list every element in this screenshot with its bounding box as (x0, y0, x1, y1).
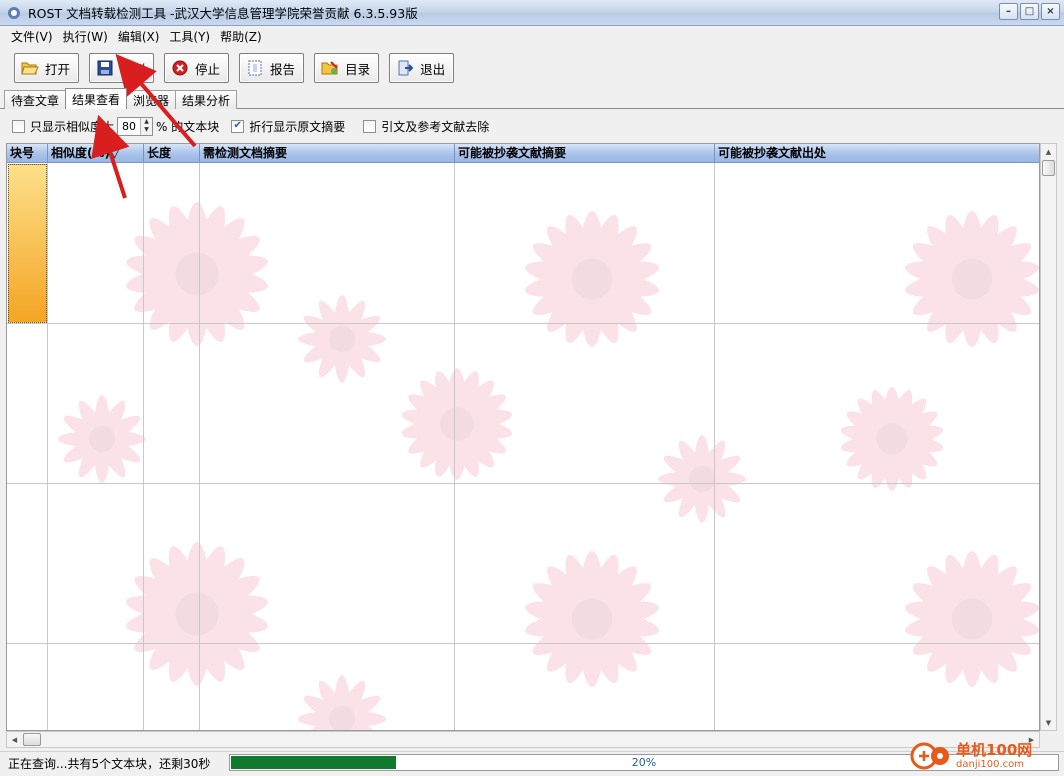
col-similarity[interactable]: 相似度(%)▽ (48, 144, 144, 163)
close-button[interactable]: × (1041, 3, 1060, 20)
stop-label: 停止 (195, 61, 221, 77)
only-show-label: 只显示相似度大 (30, 119, 115, 134)
grid-header: 块号 相似度(%)▽ 长度 需检测文档摘要 可能被抄袭文献摘要 可能被抄袭文献出… (7, 144, 1039, 163)
vertical-scroll-thumb[interactable] (1042, 160, 1055, 176)
close-icon: × (1046, 5, 1055, 17)
col-block-no[interactable]: 块号 (7, 144, 48, 163)
flower-watermark-icon (524, 551, 660, 687)
grid-divider (199, 163, 200, 730)
catalog-button[interactable]: 目录 (314, 53, 380, 83)
selected-row-indicator[interactable] (8, 164, 47, 323)
grid-divider (143, 163, 144, 730)
site-watermark: 单机100网 danji100.com (910, 738, 1060, 774)
flower-watermark-icon (658, 435, 746, 523)
report-icon (246, 59, 264, 77)
watermark-logo-icon (910, 738, 952, 774)
report-button[interactable]: 报告 (239, 53, 305, 83)
menu-tools[interactable]: 工具(Y) (164, 28, 215, 45)
vertical-scrollbar[interactable]: ▲ ▼ (1040, 143, 1057, 731)
col-copied-summary[interactable]: 可能被抄袭文献摘要 (455, 144, 715, 163)
menu-help[interactable]: 帮助(Z) (215, 28, 267, 45)
menu-file[interactable]: 文件(V) (6, 28, 58, 45)
flower-watermark-icon (524, 211, 660, 347)
flower-watermark-icon (126, 202, 268, 346)
menu-execute[interactable]: 执行(W) (58, 28, 113, 45)
tab-pending-articles[interactable]: 待查文章 (4, 90, 67, 109)
col-copied-source[interactable]: 可能被抄袭文献出处 (715, 144, 1039, 163)
maximize-button[interactable]: □ (1020, 3, 1039, 20)
watermark-title: 单机100网 (956, 741, 1033, 760)
toolbar: 打开 检测 停止 报告 目录 退出 (0, 48, 1064, 88)
options-row: 只显示相似度大 80 ▲ ▼ % 的文本块 ✔ 折行显示原文摘要 引文及参考文献… (12, 116, 489, 136)
catalog-icon (321, 59, 339, 77)
wrap-label: 折行显示原文摘要 (249, 119, 346, 134)
flower-watermark-icon (401, 368, 513, 480)
only-show-checkbox[interactable] (12, 119, 25, 133)
threshold-value[interactable]: 80 (118, 120, 140, 133)
grid-divider (454, 163, 455, 730)
horizontal-scroll-thumb[interactable] (23, 733, 41, 746)
remove-refs-label: 引文及参考文献去除 (381, 119, 490, 134)
watermark-url: danji100.com (956, 758, 1024, 770)
grid-divider (47, 163, 48, 730)
stop-button[interactable]: 停止 (164, 53, 230, 83)
grid-row-divider (7, 643, 1039, 644)
exit-door-icon (396, 59, 414, 77)
grid-row-divider (7, 323, 1039, 324)
flower-watermark-icon (126, 542, 268, 686)
folder-open-icon (21, 59, 39, 77)
flower-watermark-icon (904, 551, 1039, 687)
menu-bar: 文件(V) 执行(W) 编辑(X) 工具(Y) 帮助(Z) (0, 26, 1064, 46)
exit-button[interactable]: 退出 (389, 53, 455, 83)
scroll-left-icon[interactable]: ◀ (7, 732, 22, 747)
threshold-unit-label: % 的文本块 (156, 119, 220, 134)
tab-bar: 待查文章 结果查看 浏览器 结果分析 (4, 88, 238, 109)
app-icon (8, 6, 20, 19)
maximize-icon: □ (1024, 5, 1035, 17)
exit-label: 退出 (420, 61, 446, 77)
title-bar: ROST 文档转载检测工具 -武汉大学信息管理学院荣誉贡献 6.3.5.93版 … (0, 0, 1064, 26)
open-label: 打开 (45, 61, 71, 77)
grid-row-divider (7, 483, 1039, 484)
wrap-checkbox[interactable]: ✔ (231, 119, 245, 133)
save-disk-icon (96, 59, 114, 77)
flower-watermark-icon (58, 395, 146, 483)
detect-label: 检测 (120, 61, 146, 77)
horizontal-scrollbar[interactable]: ◀ ▶ (6, 731, 1040, 748)
tab-browser[interactable]: 浏览器 (126, 90, 177, 109)
status-text: 正在查询...共有5个文本块，还剩30秒 (8, 757, 211, 771)
detect-button[interactable]: 检测 (89, 53, 155, 83)
scroll-up-icon[interactable]: ▲ (1041, 144, 1056, 159)
flower-watermark-icon (840, 387, 944, 491)
scroll-down-icon[interactable]: ▼ (1041, 715, 1056, 730)
window-title: ROST 文档转载检测工具 -武汉大学信息管理学院荣誉贡献 6.3.5.93版 (28, 6, 418, 21)
flower-watermark-icon (904, 211, 1039, 347)
report-label: 报告 (270, 61, 296, 77)
remove-refs-checkbox[interactable] (363, 119, 377, 133)
catalog-label: 目录 (345, 61, 371, 77)
results-grid[interactable]: 块号 相似度(%)▽ 长度 需检测文档摘要 可能被抄袭文献摘要 可能被抄袭文献出… (6, 143, 1040, 731)
status-bar: 正在查询...共有5个文本块，还剩30秒 20% (0, 751, 1064, 776)
spin-up-icon[interactable]: ▲ (141, 117, 153, 126)
stop-icon (171, 59, 189, 77)
check-icon: ✔ (233, 120, 242, 131)
minimize-icon: – (1006, 5, 1011, 17)
open-button[interactable]: 打开 (14, 53, 80, 83)
grid-divider (714, 163, 715, 730)
tab-result-view[interactable]: 结果查看 (65, 88, 128, 109)
col-source-summary[interactable]: 需检测文档摘要 (200, 144, 455, 163)
menu-edit[interactable]: 编辑(X) (113, 28, 165, 45)
col-length[interactable]: 长度 (144, 144, 200, 163)
threshold-spinner[interactable]: 80 ▲ ▼ (117, 116, 154, 136)
minimize-button[interactable]: – (999, 3, 1018, 20)
flower-watermark-icon (298, 675, 386, 730)
flower-watermark-icon (298, 295, 386, 383)
spin-down-icon[interactable]: ▼ (141, 126, 153, 135)
tab-result-analysis[interactable]: 结果分析 (175, 90, 238, 109)
